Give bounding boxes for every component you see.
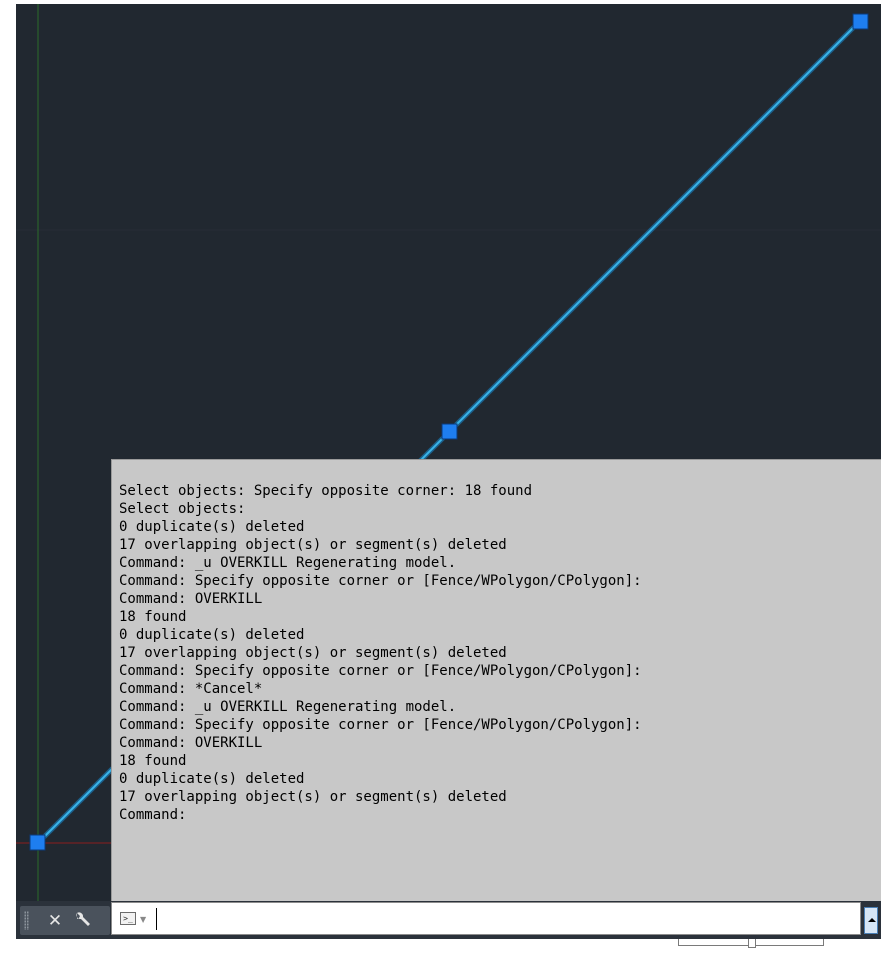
history-line: Select objects: <box>119 501 246 517</box>
history-line: 17 overlapping object(s) or segment(s) d… <box>119 645 507 661</box>
endpoint-grip-end[interactable] <box>852 13 869 30</box>
wrench-icon[interactable] <box>72 910 92 932</box>
command-input[interactable] <box>156 908 847 930</box>
command-line-grip[interactable]: ✕ <box>20 906 110 935</box>
drag-handle-icon[interactable] <box>24 911 29 930</box>
history-line: Command: OVERKILL <box>119 591 263 607</box>
history-line: Select objects: Specify opposite corner:… <box>119 483 533 499</box>
command-prompt-icon[interactable]: >_ <box>120 912 136 925</box>
history-line: 0 duplicate(s) deleted <box>119 519 305 535</box>
history-line: Command: _u OVERKILL Regenerating model. <box>119 555 457 571</box>
command-line-bar: ✕ >_ ▼ <box>16 901 881 939</box>
endpoint-grip-start[interactable] <box>29 834 46 851</box>
history-line: 17 overlapping object(s) or segment(s) d… <box>119 789 507 805</box>
history-line: 17 overlapping object(s) or segment(s) d… <box>119 537 507 553</box>
history-line: 18 found <box>119 753 187 769</box>
statusbar-notch <box>748 939 756 948</box>
command-input-box[interactable]: >_ ▼ <box>111 902 861 935</box>
drawing-canvas[interactable]: Select objects: Specify opposite corner:… <box>16 4 881 956</box>
close-icon[interactable]: ✕ <box>46 911 64 931</box>
history-line: Command: OVERKILL <box>119 735 263 751</box>
history-line: 0 duplicate(s) deleted <box>119 771 305 787</box>
midpoint-grip[interactable] <box>441 423 458 440</box>
chevron-down-icon[interactable]: ▼ <box>140 915 146 924</box>
history-line: Command: _u OVERKILL Regenerating model. <box>119 699 457 715</box>
history-line: Command: *Cancel* <box>119 681 263 697</box>
history-line: 0 duplicate(s) deleted <box>119 627 305 643</box>
history-line: Command: Specify opposite corner or [Fen… <box>119 717 642 733</box>
history-line: Command: Specify opposite corner or [Fen… <box>119 573 642 589</box>
history-scroll-up-button[interactable] <box>864 907 878 934</box>
history-line: 18 found <box>119 609 187 625</box>
arrow-up-icon <box>868 918 876 922</box>
history-line: Command: <box>119 807 187 823</box>
command-history-panel[interactable]: Select objects: Specify opposite corner:… <box>111 459 881 905</box>
history-line: Command: Specify opposite corner or [Fen… <box>119 663 642 679</box>
